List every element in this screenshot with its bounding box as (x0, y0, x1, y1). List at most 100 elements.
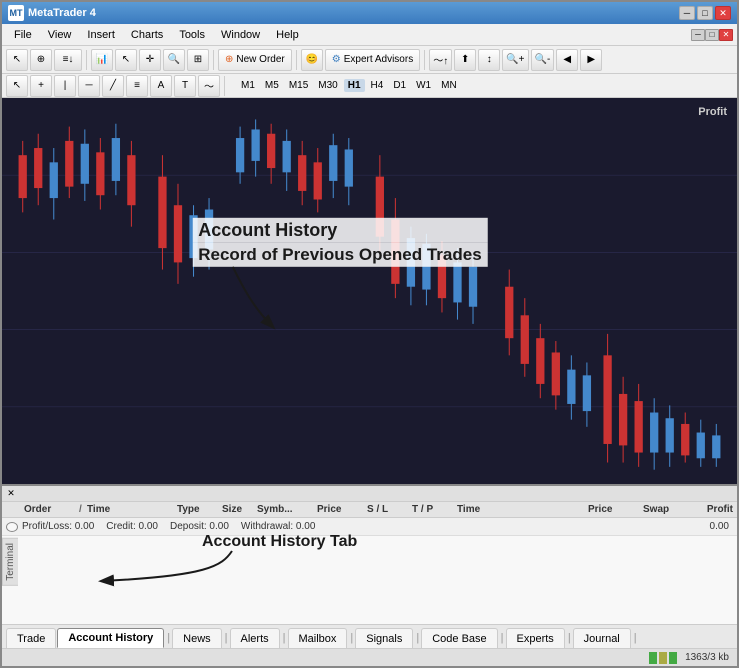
tf-w1[interactable]: W1 (412, 79, 435, 92)
toolbar-wave-btn[interactable]: 〜↑ (429, 49, 452, 71)
tab-trade[interactable]: Trade (6, 628, 56, 648)
tab-sep6: | (499, 628, 506, 648)
maximize-button[interactable]: □ (697, 6, 713, 20)
th-price2: Price (588, 504, 643, 515)
toolbar-chart-btn[interactable]: 📊 (91, 49, 113, 71)
tf-m5[interactable]: M5 (261, 79, 283, 92)
inner-restore-button[interactable]: □ (705, 29, 719, 41)
annotation-line2: Record of Previous Opened Trades (192, 243, 487, 267)
tab-sep1: | (165, 628, 172, 648)
expert-icon: ⚙ (332, 54, 341, 65)
tab-sep3: | (281, 628, 288, 648)
tf-m15[interactable]: M15 (285, 79, 312, 92)
status-memory: 1363/3 kb (685, 652, 729, 663)
tab-journal[interactable]: Journal (573, 628, 631, 648)
tf-h4[interactable]: H4 (367, 79, 388, 92)
draw-T-btn[interactable]: T (174, 75, 196, 97)
profit-label: Profit (698, 106, 727, 118)
menu-view[interactable]: View (40, 27, 80, 43)
th-swap: Swap (643, 504, 683, 515)
draw-hline-btn[interactable]: ─ (78, 75, 100, 97)
toolbar-zoom-btn[interactable]: 🔍 (163, 49, 185, 71)
draw-text-btn[interactable]: A (150, 75, 172, 97)
toolbar-crosshair-btn[interactable]: ✛ (139, 49, 161, 71)
toolbar-scroll2-btn[interactable]: ▶ (580, 49, 602, 71)
tab-sep5: | (414, 628, 421, 648)
account-hist-annotation-text: Account History Tab (202, 533, 357, 551)
tab-experts[interactable]: Experts (506, 628, 565, 648)
toolbar-scroll-btn[interactable]: ◀ (556, 49, 578, 71)
tab-mailbox[interactable]: Mailbox (288, 628, 348, 648)
app-icon: MT (8, 5, 24, 21)
menu-charts[interactable]: Charts (123, 27, 171, 43)
annotation-line1: Account History (192, 218, 487, 243)
toolbar-btn1[interactable]: ⊕ (30, 49, 52, 71)
row-value: 0.00 (315, 521, 733, 532)
th-tp: T / P (412, 504, 457, 515)
th-time: Time (87, 504, 177, 515)
menu-help[interactable]: Help (268, 27, 307, 43)
close-button[interactable]: ✕ (715, 6, 731, 20)
status-dot-1 (649, 652, 657, 664)
toolbar-zoomout-btn[interactable]: 🔍- (531, 49, 555, 71)
deposit-text: Deposit: 0.00 (170, 521, 229, 532)
withdrawal-text: Withdrawal: 0.00 (241, 521, 315, 532)
th-time2: Time (457, 504, 588, 515)
th-order: Order (24, 504, 79, 515)
expert-label: Expert Advisors (344, 54, 413, 65)
annotation-arrow-svg (192, 267, 312, 337)
tf-m1[interactable]: M1 (237, 79, 259, 92)
menu-insert[interactable]: Insert (79, 27, 123, 43)
tab-sep4: | (348, 628, 355, 648)
toolbar-line-btn[interactable]: ↕ (478, 49, 500, 71)
tab-bar: Terminal Trade Account History | News | … (2, 624, 737, 648)
draw-cursor-btn[interactable]: ↖ (6, 75, 28, 97)
tab-alerts[interactable]: Alerts (230, 628, 280, 648)
title-buttons: ─ □ ✕ (679, 6, 731, 20)
toolbar-btn2[interactable]: ≡↓ (54, 49, 82, 71)
toolbar-face-btn[interactable]: 😊 (301, 49, 323, 71)
menu-file[interactable]: File (6, 27, 40, 43)
tab-codebase[interactable]: Code Base (421, 628, 497, 648)
draw-plus-btn[interactable]: + (30, 75, 52, 97)
tab-news[interactable]: News (172, 628, 222, 648)
tf-mn[interactable]: MN (437, 79, 461, 92)
inner-minimize-button[interactable]: ─ (691, 29, 705, 41)
title-bar-left: MT MetaTrader 4 (8, 5, 96, 21)
inner-close-button[interactable]: ✕ (719, 29, 733, 41)
tab-sep8: | (632, 628, 639, 648)
status-bar: 1363/3 kb (2, 648, 737, 666)
status-dot-3 (669, 652, 677, 664)
draw-arr-btn[interactable]: ≡ (126, 75, 148, 97)
th-symbol: Symb... (257, 504, 317, 515)
tf-d1[interactable]: D1 (389, 79, 410, 92)
pnl-text: Profit/Loss: 0.00 (22, 521, 94, 532)
draw-vline-btn[interactable]: | (54, 75, 76, 97)
chart-annotation: Account History Record of Previous Opene… (192, 218, 487, 340)
terminal-close-icon[interactable]: ✕ (6, 489, 16, 499)
timeframe-area: M1 M5 M15 M30 H1 H4 D1 W1 MN (237, 79, 461, 92)
draw-wave-btn[interactable]: 〜 (198, 75, 220, 97)
new-order-button[interactable]: ⊕ New Order (218, 49, 292, 71)
toolbar-zoomin-btn[interactable]: 🔍+ (502, 49, 528, 71)
tab-signals[interactable]: Signals (355, 628, 413, 648)
th-indicator (6, 504, 24, 515)
toolbar-pointer-btn[interactable]: ↖ (115, 49, 137, 71)
menu-tools[interactable]: Tools (171, 27, 213, 43)
th-size: Size (222, 504, 257, 515)
draw-toolbar: ↖ + | ─ ╱ ≡ A T 〜 M1 M5 M15 M30 H1 H4 D1… (2, 74, 737, 98)
tf-h1[interactable]: H1 (344, 79, 365, 92)
status-indicator (649, 652, 677, 664)
th-sort: / (79, 504, 87, 515)
menu-bar: File View Insert Charts Tools Window Hel… (2, 24, 737, 46)
toolbar-arrow-btn[interactable]: ↖ (6, 49, 28, 71)
tab-account-history[interactable]: Account History (57, 628, 164, 648)
menu-window[interactable]: Window (213, 27, 268, 43)
draw-diag-btn[interactable]: ╱ (102, 75, 124, 97)
tf-m30[interactable]: M30 (314, 79, 341, 92)
new-order-icon: ⊕ (225, 54, 233, 65)
expert-advisors-button[interactable]: ⚙ Expert Advisors (325, 49, 420, 71)
toolbar-period-btn[interactable]: ⊞ (187, 49, 209, 71)
minimize-button[interactable]: ─ (679, 6, 695, 20)
toolbar-bar-btn[interactable]: ⬆ (454, 49, 476, 71)
